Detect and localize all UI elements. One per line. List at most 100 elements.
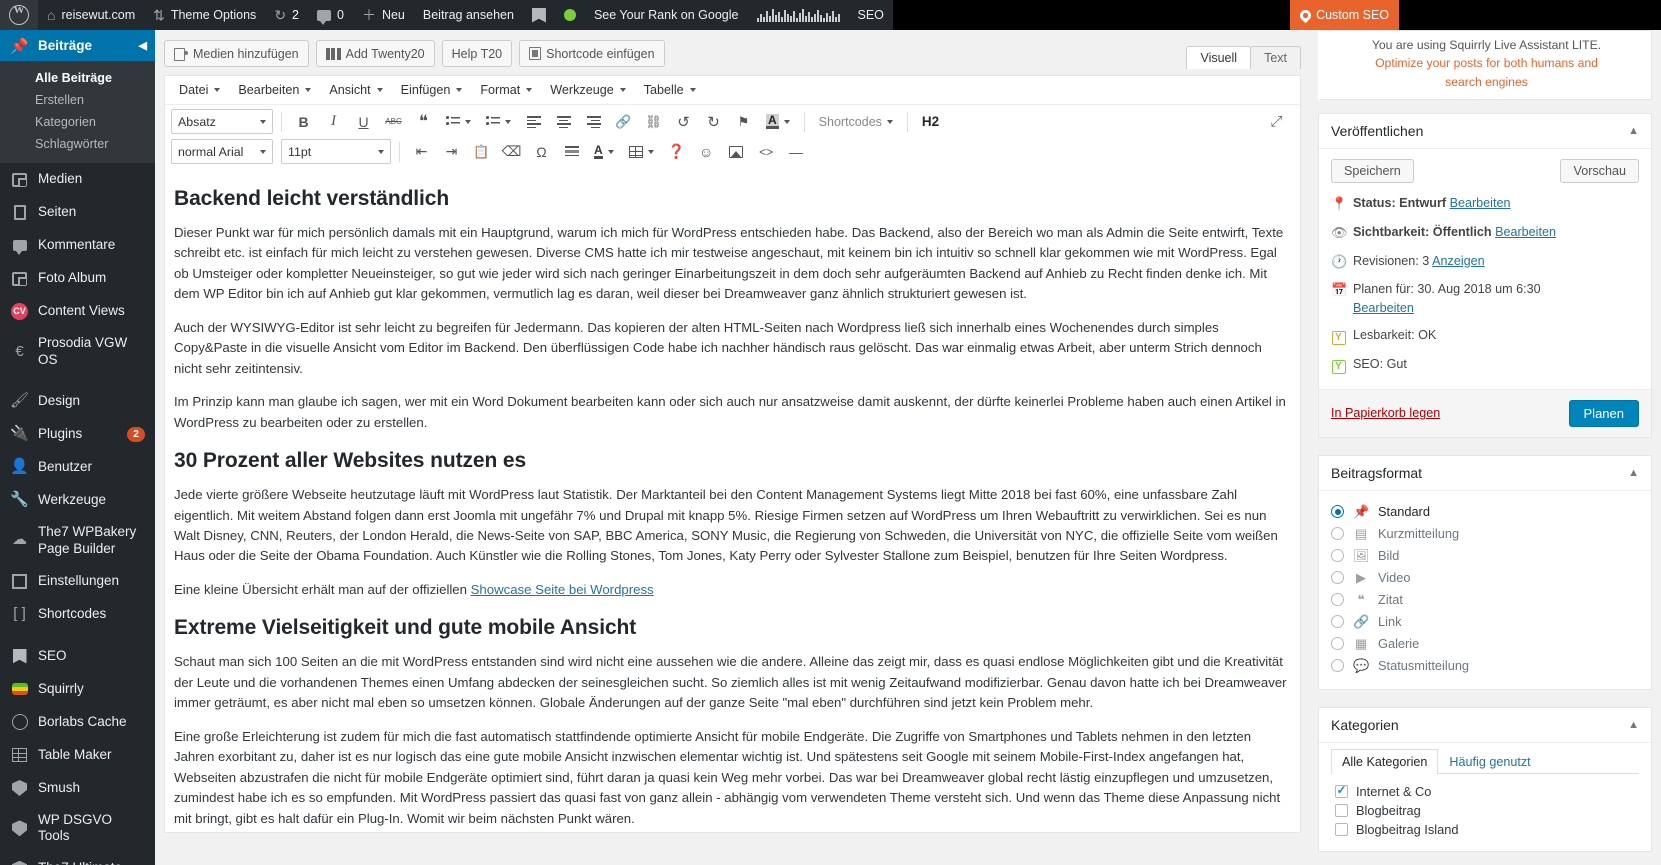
radio-button[interactable] [1331, 593, 1344, 607]
font-family-select[interactable]: normal Arial [171, 139, 273, 164]
tab-haeufig-genutzt[interactable]: Häufig genutzt [1438, 749, 1541, 774]
menu-bearbeiten[interactable]: Bearbeiten [230, 79, 319, 101]
menu-tabelle[interactable]: Tabelle [636, 79, 704, 101]
updates-menu[interactable]: ↻ 2 [265, 0, 308, 30]
radio-button[interactable] [1331, 637, 1344, 651]
sidebar-item-design[interactable]: 🖌 Design [0, 385, 155, 418]
help-button[interactable]: ❓ [663, 139, 690, 164]
text-color-button[interactable]: A [588, 139, 620, 164]
visibility-edit-link[interactable]: Bearbeiten [1495, 225, 1556, 239]
move-to-trash-link[interactable]: In Papierkorb legen [1331, 406, 1440, 420]
tab-alle-kategorien[interactable]: Alle Kategorien [1331, 748, 1439, 774]
bullet-list-button[interactable] [440, 109, 477, 134]
sidebar-item-content-views[interactable]: CV Content Views [0, 295, 155, 328]
submenu-item-schlagwoerter[interactable]: Schlagwörter [0, 133, 155, 155]
radio-button[interactable] [1331, 527, 1344, 541]
view-post-link[interactable]: Beitrag ansehen [414, 0, 523, 30]
sidebar-item-the7-ultimate[interactable]: The7 Ultimate [0, 852, 155, 865]
post-format-option-video[interactable]: ▶ Video [1331, 567, 1639, 589]
theme-options-menu[interactable]: ⇅ Theme Options [144, 0, 265, 30]
showcase-link[interactable]: Showcase Seite bei Wordpress [471, 582, 654, 597]
wp-logo-menu[interactable] [0, 0, 38, 30]
undo-button[interactable]: ↺ [670, 109, 697, 134]
new-content-menu[interactable]: ＋ Neu [353, 0, 414, 30]
tab-visuell[interactable]: Visuell [1186, 46, 1252, 69]
menu-datei[interactable]: Datei [171, 79, 228, 101]
seo-menu[interactable]: SEO [849, 0, 893, 30]
tab-text[interactable]: Text [1250, 46, 1301, 69]
sidebar-item-seo[interactable]: SEO [0, 640, 155, 673]
submenu-item-kategorien[interactable]: Kategorien [0, 111, 155, 133]
radio-button[interactable] [1331, 549, 1344, 563]
post-format-option-statusmitteilung[interactable]: 💬 Statusmitteilung [1331, 655, 1639, 677]
align-center-button[interactable] [550, 109, 577, 134]
status-edit-link[interactable]: Bearbeiten [1450, 196, 1511, 210]
sidebar-item-foto-album[interactable]: Foto Album [0, 262, 155, 295]
sidebar-item-shortcodes[interactable]: [ ] Shortcodes [0, 598, 155, 631]
fullscreen-button[interactable]: ⤢ [1263, 109, 1290, 134]
submenu-item-alle-beitraege[interactable]: Alle Beiträge [0, 67, 155, 89]
post-format-option-link[interactable]: 🔗 Link [1331, 611, 1639, 633]
shortcodes-dropdown[interactable]: Shortcodes [813, 109, 899, 134]
category-checkbox[interactable] [1335, 803, 1348, 817]
redo-button[interactable]: ↻ [700, 109, 727, 134]
yoast-seo-menu[interactable] [523, 0, 555, 30]
align-right-button[interactable] [580, 109, 607, 134]
radio-button[interactable] [1331, 615, 1344, 629]
comments-menu[interactable]: 0 [308, 0, 353, 30]
post-format-option-kurzmitteilung[interactable]: ▤ Kurzmitteilung [1331, 523, 1639, 545]
sidebar-item-plugins[interactable]: 🔌 Plugins 2 [0, 418, 155, 451]
text-highlight-button[interactable]: A [760, 109, 796, 134]
menu-ansicht[interactable]: Ansicht [321, 79, 390, 101]
sidebar-item-squirrly[interactable]: Squirrly [0, 673, 155, 706]
sidebar-item-the7-wpbakery-page-builder[interactable]: ☁ The7 WPBakery Page Builder [0, 517, 155, 565]
menu-werkzeuge[interactable]: Werkzeuge [542, 79, 633, 101]
bookmark-button[interactable]: ⚑ [730, 109, 757, 134]
strikethrough-button[interactable]: ABC [380, 109, 407, 134]
schedule-publish-button[interactable]: Planen [1568, 399, 1639, 427]
h2-button[interactable]: H2 [916, 109, 945, 134]
indent-button[interactable]: ⇥ [438, 139, 465, 164]
italic-button[interactable]: I [320, 109, 347, 134]
chevron-up-icon[interactable]: ▲ [1628, 125, 1639, 137]
post-format-option-zitat[interactable]: ❝ Zitat [1331, 589, 1639, 611]
source-code-button[interactable]: <> [753, 139, 780, 164]
radio-button[interactable] [1331, 505, 1344, 519]
sidebar-item-smush[interactable]: Smush [0, 772, 155, 805]
category-checkbox[interactable] [1335, 822, 1348, 836]
sidebar-item-benutzer[interactable]: 👤 Benutzer [0, 451, 155, 484]
schedule-edit-link[interactable]: Bearbeiten [1353, 301, 1414, 315]
emoticon-button[interactable]: ☺ [693, 139, 720, 164]
paste-button[interactable]: 📋 [468, 139, 495, 164]
radio-button[interactable] [1331, 571, 1344, 585]
clear-formatting-button[interactable]: ⌫ [498, 139, 525, 164]
sidebar-item-medien[interactable]: Medien [0, 163, 155, 196]
add-media-button[interactable]: Medien hinzufügen [164, 40, 309, 67]
sidebar-item-einstellungen[interactable]: Einstellungen [0, 565, 155, 598]
category-row[interactable]: Internet & Co [1331, 782, 1639, 801]
category-row[interactable]: Blogbeitrag [1331, 801, 1639, 820]
bold-button[interactable]: B [290, 109, 317, 134]
insert-shortcode-button[interactable]: Shortcode einfügen [519, 40, 665, 67]
sidebar-item-wp-dsgvo-tools[interactable]: WP DSGVO Tools [0, 805, 155, 853]
font-size-select[interactable]: 11pt [281, 139, 391, 164]
remove-link-button[interactable]: ⛓ [640, 109, 667, 134]
site-name-menu[interactable]: ⌂ reisewut.com [38, 0, 144, 30]
image-button[interactable] [723, 139, 750, 164]
sidebar-item-seiten[interactable]: Seiten [0, 196, 155, 229]
sidebar-item-borlabs-cache[interactable]: Borlabs Cache [0, 706, 155, 739]
chevron-up-icon[interactable]: ▲ [1628, 467, 1639, 479]
menu-einf-gen[interactable]: Einfügen [393, 79, 471, 101]
post-format-option-galerie[interactable]: ▦ Galerie [1331, 633, 1639, 655]
post-format-option-standard[interactable]: 📌 Standard [1331, 501, 1639, 523]
horizontal-rule-button[interactable]: — [783, 139, 810, 164]
format-select[interactable]: Absatz [171, 109, 273, 134]
sidebar-item-kommentare[interactable]: Kommentare [0, 229, 155, 262]
post-format-header[interactable]: Beitragsformat ▲ [1319, 456, 1651, 491]
chevron-up-icon[interactable]: ▲ [1628, 719, 1639, 731]
publish-box-header[interactable]: Veröffentlichen ▲ [1319, 114, 1651, 149]
blockquote-button[interactable]: ❝ [410, 109, 437, 134]
numbered-list-button[interactable] [480, 109, 517, 134]
outdent-button[interactable]: ⇤ [408, 139, 435, 164]
underline-button[interactable]: U [350, 109, 377, 134]
